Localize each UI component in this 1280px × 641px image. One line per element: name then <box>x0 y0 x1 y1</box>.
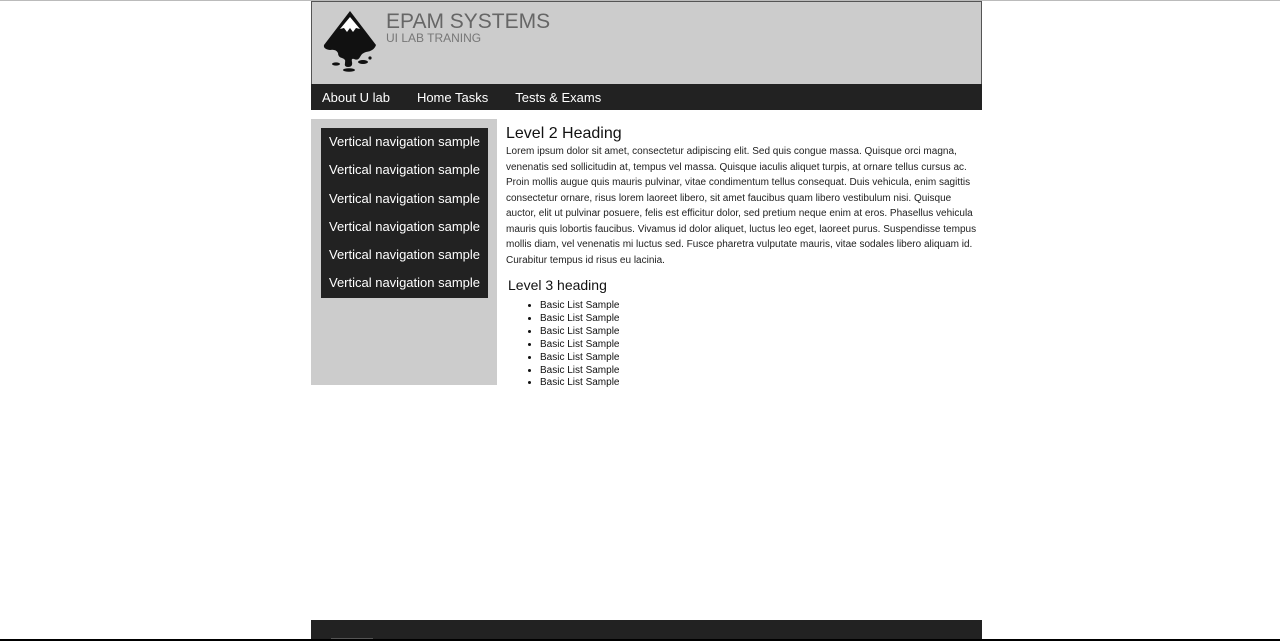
sidebar: Vertical navigation sample Vertical navi… <box>311 119 497 385</box>
list-item: Basic List Sample <box>540 352 984 365</box>
level-3-heading: Level 3 heading <box>508 277 607 293</box>
site-header: EPAM SYSTEMS UI LAB TRANING <box>311 1 982 85</box>
list-item: Basic List Sample <box>540 377 984 390</box>
vertical-nav-item[interactable]: Vertical navigation sample <box>321 128 488 156</box>
vertical-nav-item[interactable]: Vertical navigation sample <box>321 156 488 184</box>
list-item: Basic List Sample <box>540 313 984 326</box>
level-2-heading: Level 2 Heading <box>506 125 622 142</box>
vertical-nav-item[interactable]: Vertical navigation sample <box>321 269 488 297</box>
list-item: Basic List Sample <box>540 300 984 313</box>
basic-list: Basic List Sample Basic List Sample Basi… <box>506 300 984 390</box>
vertical-nav-item[interactable]: Vertical navigation sample <box>321 185 488 213</box>
vertical-navigation: Vertical navigation sample Vertical navi… <box>321 128 488 298</box>
main-content: Level 2 Heading Lorem ipsum dolor sit am… <box>506 124 984 390</box>
vertical-nav-item[interactable]: Vertical navigation sample <box>321 213 488 241</box>
site-footer <box>311 620 982 641</box>
list-item: Basic List Sample <box>540 326 984 339</box>
body-paragraph: Lorem ipsum dolor sit amet, consectetur … <box>506 146 977 266</box>
brand-subtitle: UI LAB TRANING <box>386 31 482 45</box>
list-item: Basic List Sample <box>540 339 984 352</box>
nav-link-home-tasks[interactable]: Home Tasks <box>417 90 488 105</box>
list-item: Basic List Sample <box>540 365 984 378</box>
vertical-nav-item[interactable]: Vertical navigation sample <box>321 241 488 269</box>
inkscape-logo-icon[interactable] <box>318 9 382 73</box>
top-navigation: About U lab Home Tasks Tests & Exams <box>311 84 982 110</box>
page-container: EPAM SYSTEMS UI LAB TRANING About U lab … <box>311 0 982 641</box>
nav-link-tests-exams[interactable]: Tests & Exams <box>515 90 601 105</box>
nav-link-about[interactable]: About U lab <box>322 90 390 105</box>
